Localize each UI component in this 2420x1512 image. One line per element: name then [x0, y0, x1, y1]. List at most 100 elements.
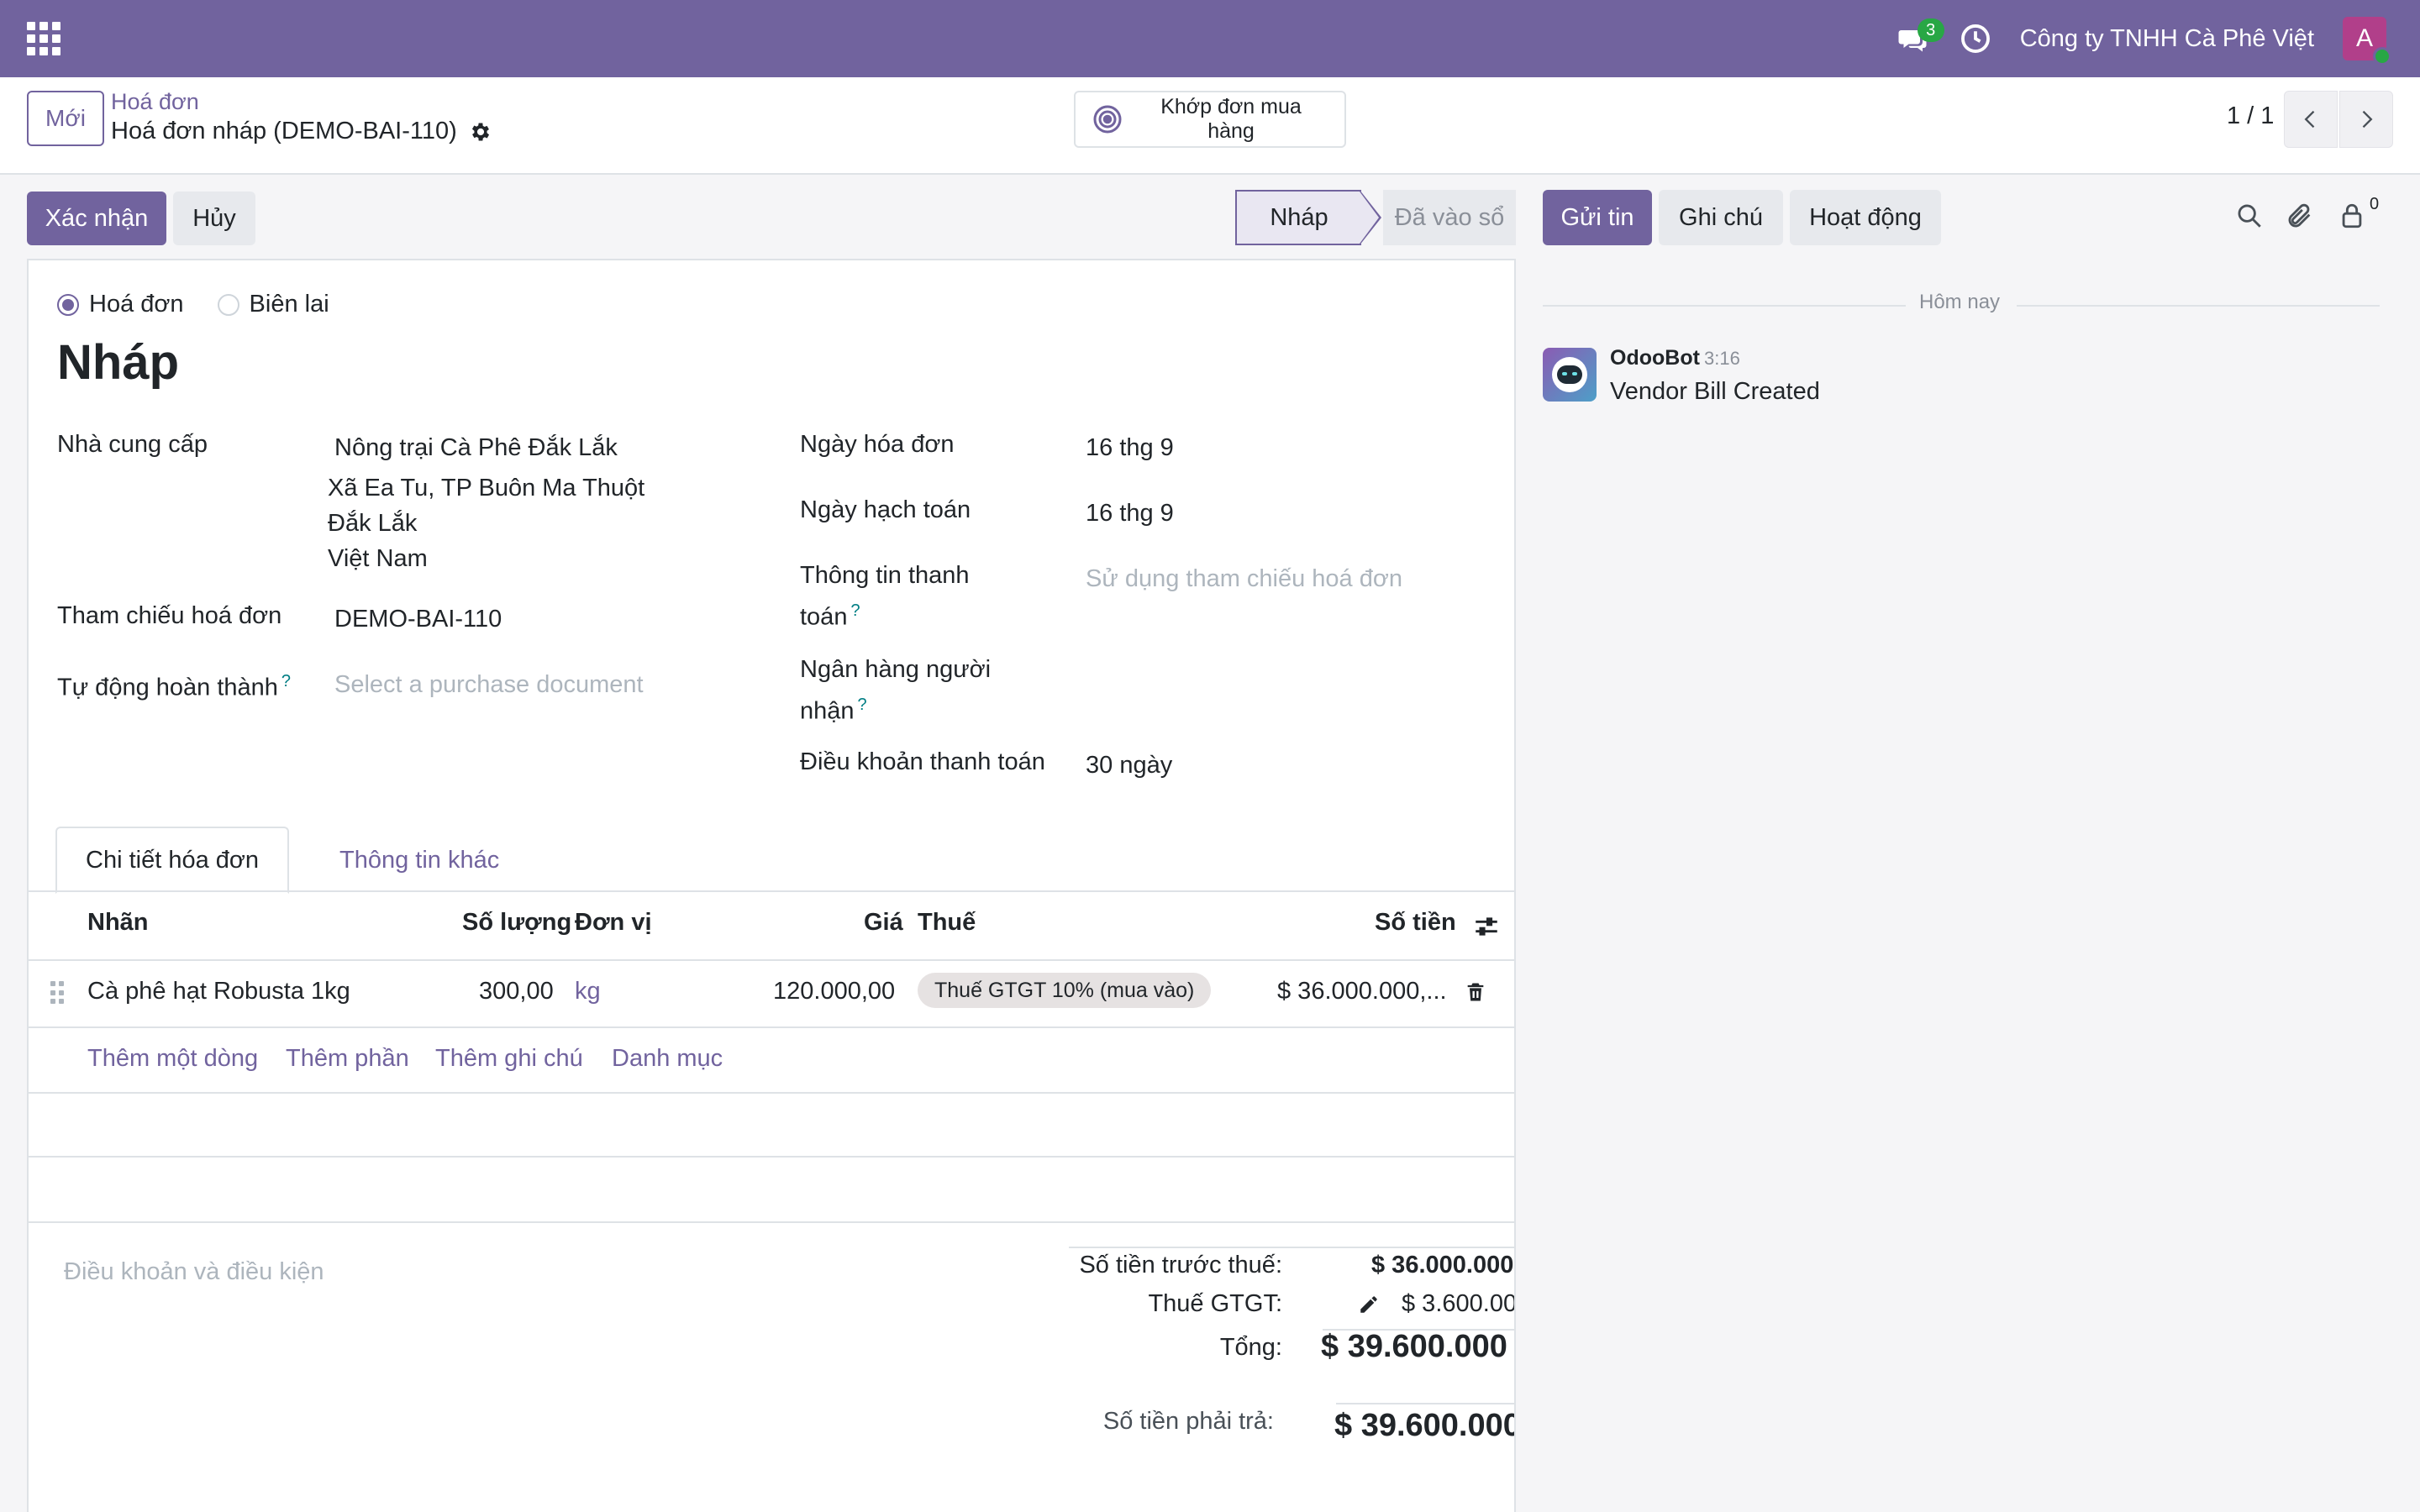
payment-reference-input[interactable]: Sử dụng tham chiếu hoá đơn: [1086, 561, 1402, 596]
gear-icon[interactable]: [469, 120, 492, 144]
activities-button[interactable]: Hoạt động: [1790, 190, 1941, 245]
top-navbar: 3 Công ty TNHH Cà Phê Việt A: [0, 0, 2420, 77]
message-author[interactable]: OdooBot: [1610, 346, 1700, 370]
recipient-bank-label-line2: nhận?: [800, 687, 867, 729]
record-name: Hoá đơn nháp (DEMO-BAI-110): [111, 118, 457, 144]
total-label: Tổng:: [1219, 1334, 1282, 1361]
navbar-systray: 3 Công ty TNHH Cà Phê Việt A: [1897, 0, 2391, 77]
autocomplete-input[interactable]: Select a purchase document: [334, 667, 644, 702]
add-line-link[interactable]: Thêm một dòng: [87, 1045, 258, 1073]
pencil-icon[interactable]: [1358, 1294, 1380, 1315]
amount-due-label: Số tiền phải trả:: [1102, 1408, 1274, 1435]
column-header-label[interactable]: Nhãn: [87, 909, 149, 937]
messaging-icon[interactable]: 3: [1897, 18, 1944, 55]
column-header-tax[interactable]: Thuế: [918, 909, 976, 937]
bill-reference-field[interactable]: DEMO-BAI-110: [334, 601, 502, 637]
vendor-address-line2: Đắk Lắk: [328, 510, 418, 537]
status-draft[interactable]: Nháp: [1235, 190, 1361, 245]
line-quantity[interactable]: 300,00: [479, 978, 554, 1005]
bill-date-label: Ngày hóa đơn: [800, 431, 955, 458]
radio-invoice[interactable]: [57, 293, 79, 316]
robot-face-icon: [1552, 357, 1587, 392]
send-message-button[interactable]: Gửi tin: [1543, 190, 1652, 245]
app-menu-icon[interactable]: [27, 22, 60, 55]
table-top-border: [29, 890, 1514, 892]
total-value: $ 39.600.000: [1321, 1329, 1507, 1364]
control-panel: Mới Hoá đơn Hoá đơn nháp (DEMO-BAI-110) …: [0, 77, 2420, 175]
line-price[interactable]: 120.000,00: [773, 978, 895, 1005]
terms-conditions-input[interactable]: Điều khoản và điều kiện: [64, 1258, 324, 1286]
autocomplete-label-text: Tự động hoàn thành: [57, 674, 278, 701]
match-purchase-order-label: Khớp đơn mua hàng: [1160, 95, 1302, 143]
bill-reference-label: Tham chiếu hoá đơn: [57, 602, 282, 629]
optional-columns-sliders-icon[interactable]: [1472, 912, 1501, 941]
form-sheet: Hoá đơn Biên lai Nháp Nhà cung cấp Nông …: [27, 259, 1516, 1512]
paperclip-icon[interactable]: [2286, 202, 2314, 230]
chevron-right-icon: [2362, 110, 2373, 129]
followers-count: 0: [2370, 195, 2380, 213]
pager-value[interactable]: 1 / 1: [2227, 102, 2274, 130]
add-section-link[interactable]: Thêm phần: [286, 1045, 409, 1073]
avatar-letter: A: [2355, 24, 2373, 52]
activity-clock-icon[interactable]: [1960, 23, 1991, 55]
search-icon[interactable]: [2235, 202, 2264, 230]
pager-next-button[interactable]: [2339, 91, 2393, 148]
totals-divider: [1336, 1403, 1516, 1404]
pager-previous-button[interactable]: [2284, 91, 2338, 148]
radio-invoice-label[interactable]: Hoá đơn: [89, 291, 184, 318]
date-divider-line: [2017, 305, 2380, 307]
payment-reference-label-text: toán: [800, 603, 848, 631]
status-bar: Nháp Đã vào sổ: [1235, 190, 1516, 245]
tab-other-info[interactable]: Thông tin khác: [311, 827, 528, 894]
table-header-border: [29, 959, 1514, 961]
amount-due-value: $ 39.600.000: [1334, 1408, 1514, 1443]
help-icon[interactable]: ?: [281, 672, 291, 690]
match-purchase-order-button[interactable]: Khớp đơn mua hàng: [1074, 91, 1346, 148]
line-uom[interactable]: kg: [575, 978, 601, 1005]
vat-value: $ 3.600.000: [1402, 1290, 1514, 1317]
chevron-left-icon: [2304, 110, 2315, 129]
vendor-address-line1: Xã Ea Tu, TP Buôn Ma Thuột: [328, 475, 645, 501]
breadcrumb-parent-link[interactable]: Hoá đơn: [111, 89, 199, 115]
accounting-date-field[interactable]: 16 thg 9: [1086, 496, 1174, 531]
vendor-label: Nhà cung cấp: [57, 431, 208, 458]
odoobot-avatar[interactable]: [1543, 348, 1597, 402]
column-header-uom[interactable]: Đơn vị: [575, 909, 652, 937]
tab-invoice-lines[interactable]: Chi tiết hóa đơn: [55, 827, 290, 894]
cancel-button[interactable]: Hủy: [173, 192, 255, 245]
bill-date-field[interactable]: 16 thg 9: [1086, 430, 1174, 465]
date-divider-line: [1543, 305, 1906, 307]
payment-reference-label-line1: Thông tin thanh: [800, 562, 970, 589]
user-avatar[interactable]: A: [2343, 17, 2391, 66]
table-row-border: [29, 1092, 1514, 1094]
accounting-date-label: Ngày hạch toán: [800, 496, 971, 523]
untaxed-amount-label: Số tiền trước thuế:: [1079, 1252, 1282, 1278]
catalog-link[interactable]: Danh mục: [612, 1045, 723, 1073]
followers-lock-icon[interactable]: [2338, 202, 2366, 230]
document-title: Nháp: [57, 335, 179, 390]
radio-receipt[interactable]: [217, 293, 239, 316]
move-type-radio-group: Hoá đơn Biên lai: [57, 291, 353, 318]
radio-receipt-label[interactable]: Biên lai: [250, 291, 329, 318]
help-icon[interactable]: ?: [858, 696, 867, 714]
drag-handle-icon[interactable]: [50, 981, 64, 1005]
add-note-link[interactable]: Thêm ghi chú: [435, 1045, 583, 1073]
status-arrow-inner: [1360, 192, 1379, 244]
confirm-button[interactable]: Xác nhận: [27, 192, 166, 245]
status-posted[interactable]: Đã vào sổ: [1383, 190, 1516, 245]
trash-icon[interactable]: [1464, 979, 1487, 1005]
line-tax-tag[interactable]: Thuế GTGT 10% (mua vào): [918, 973, 1212, 1008]
company-switcher[interactable]: Công ty TNHH Cà Phê Việt: [2020, 25, 2314, 53]
new-button[interactable]: Mới: [27, 91, 104, 146]
line-label[interactable]: Cà phê hạt Robusta 1kg: [87, 978, 350, 1005]
date-separator: Hôm nay: [1919, 291, 2001, 313]
column-header-quantity[interactable]: Số lượng: [462, 909, 571, 937]
payment-terms-field[interactable]: 30 ngày: [1086, 748, 1172, 783]
column-header-amount[interactable]: Số tiền: [1375, 909, 1456, 937]
help-icon[interactable]: ?: [850, 601, 860, 620]
column-header-price[interactable]: Giá: [864, 909, 903, 937]
line-amount: $ 36.000.000,...: [1277, 978, 1447, 1005]
table-bottom-border: [29, 1221, 1514, 1223]
vendor-field[interactable]: Nông trại Cà Phê Đắk Lắk: [334, 430, 618, 465]
log-note-button[interactable]: Ghi chú: [1659, 190, 1783, 245]
